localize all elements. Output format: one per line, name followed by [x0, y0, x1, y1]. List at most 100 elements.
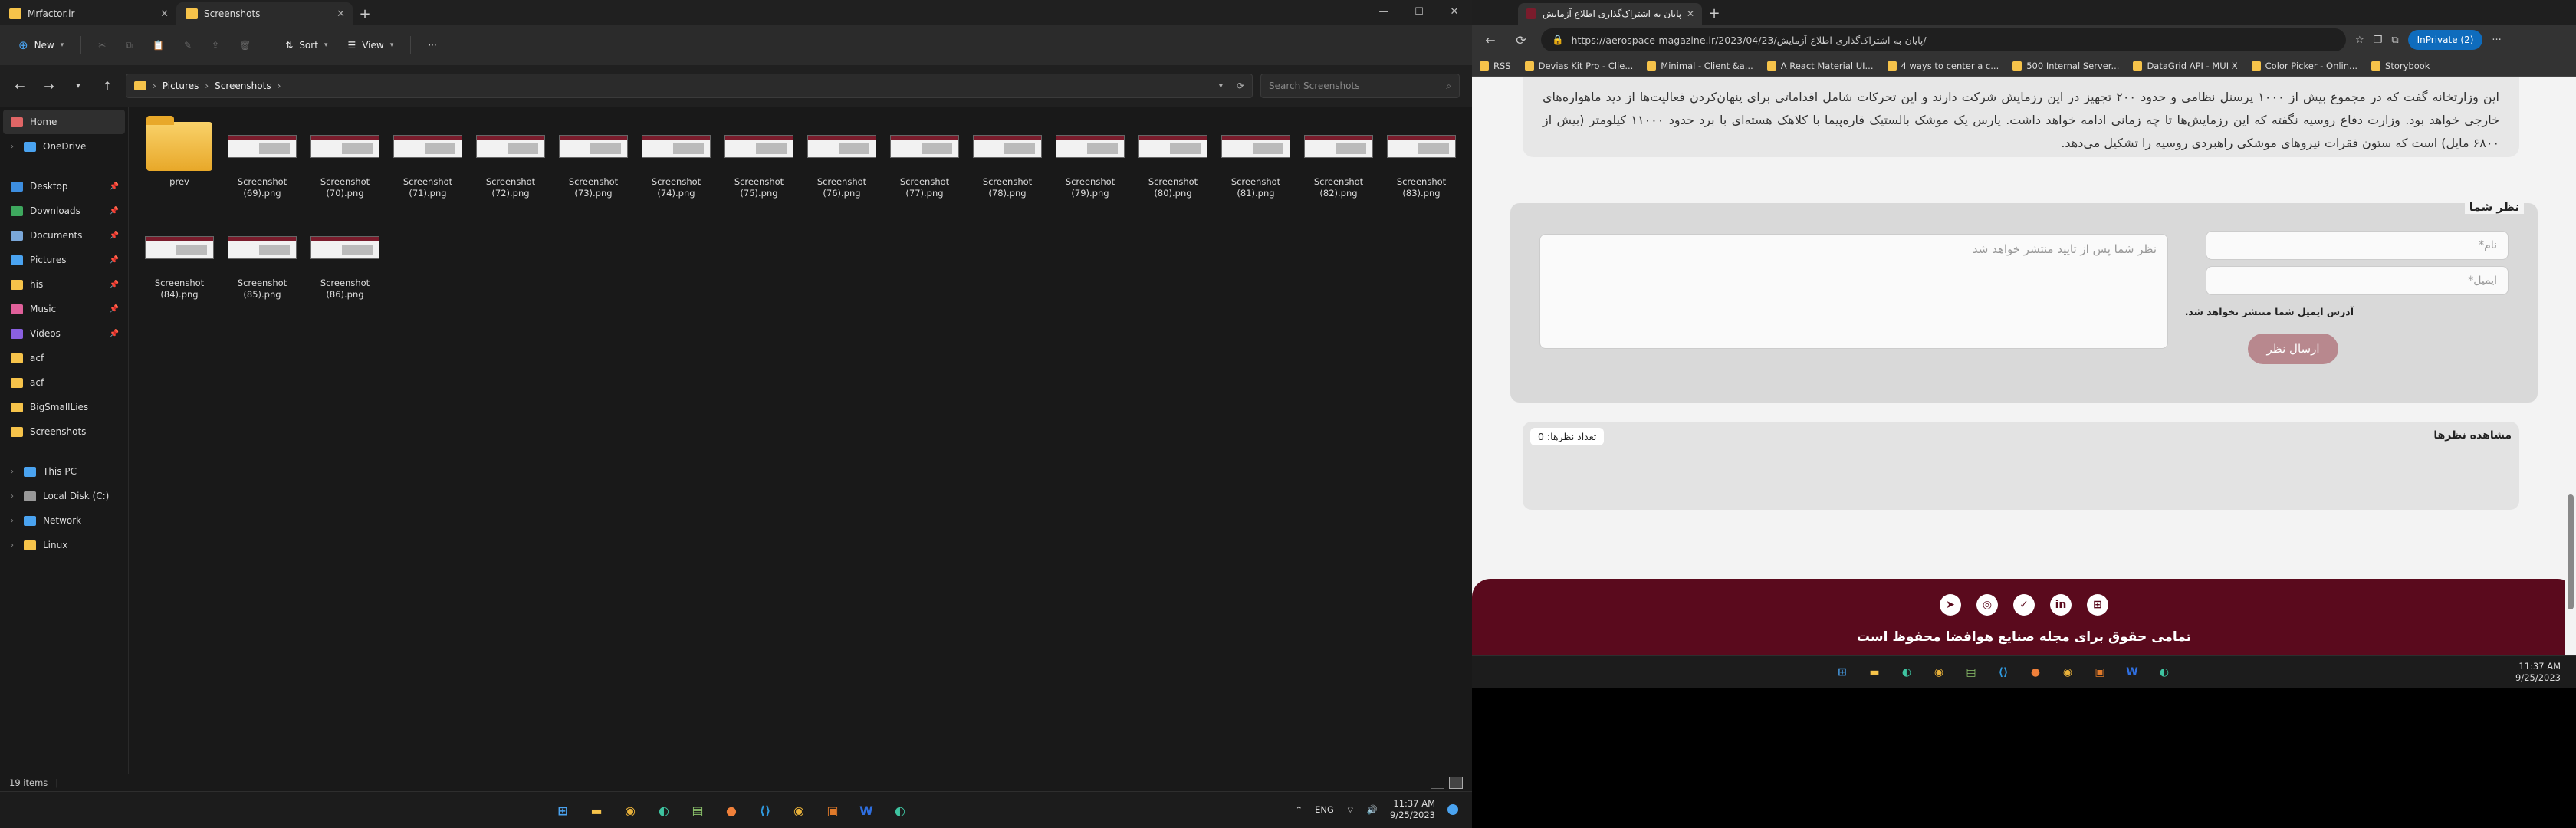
sidebar-item-bigsmalllies[interactable]: BigSmallLies	[0, 395, 128, 419]
bookmark-item[interactable]: Devias Kit Pro - Clie...	[1524, 61, 1633, 71]
sidebar-item-pictures[interactable]: Pictures 📌	[0, 248, 128, 272]
page-scrollbar[interactable]	[2565, 77, 2576, 663]
back-icon[interactable]: ←	[9, 79, 31, 94]
file-item[interactable]: Screenshot (82).png	[1297, 115, 1380, 216]
file-item[interactable]: Screenshot (77).png	[883, 115, 966, 216]
language-indicator[interactable]: ENG	[1315, 804, 1334, 815]
scroll-thumb[interactable]	[2568, 495, 2574, 610]
notepad-icon[interactable]: ▤	[1960, 661, 1983, 684]
edge-beta-icon[interactable]: ◐	[2153, 661, 2176, 684]
bookmark-item[interactable]: A React Material UI...	[1766, 61, 1874, 71]
dropdown-icon[interactable]: ▾	[1219, 82, 1223, 90]
collections-icon[interactable]: ❐	[2374, 34, 2383, 46]
new-tab-button[interactable]: +	[1702, 2, 1727, 25]
menu-icon[interactable]: ···	[2492, 34, 2501, 46]
folder-item[interactable]: prev	[138, 115, 221, 216]
new-button[interactable]: ⊕ New ▾	[11, 32, 71, 58]
clock[interactable]: 11:37 AM 9/25/2023	[1390, 798, 1435, 821]
bookmark-item[interactable]: DataGrid API - MUI X	[2133, 61, 2238, 71]
chrome-icon[interactable]: ◉	[1927, 661, 1950, 684]
edge-icon[interactable]: ◐	[652, 798, 676, 823]
sidebar-item-local-disk-c-[interactable]: › Local Disk (C:)	[0, 484, 128, 508]
file-item[interactable]: Screenshot (71).png	[386, 115, 469, 216]
paste-icon[interactable]: 📋	[145, 32, 172, 58]
sort-button[interactable]: ⇅ Sort ▾	[278, 32, 335, 58]
search-input[interactable]: Search Screenshots ⌕	[1260, 74, 1460, 98]
maximize-icon[interactable]: ☐	[1401, 0, 1437, 23]
new-tab-button[interactable]: +	[353, 2, 377, 25]
file-item[interactable]: Screenshot (80).png	[1132, 115, 1214, 216]
close-icon[interactable]: ✕	[1437, 0, 1472, 23]
expand-arrow-icon[interactable]: ›	[11, 541, 17, 550]
chevron-up-icon[interactable]: ⌃	[1295, 804, 1303, 815]
sidebar-item-onedrive[interactable]: › OneDrive	[0, 134, 128, 159]
wifi-icon[interactable]: ⌔	[1346, 804, 1355, 816]
file-item[interactable]: Screenshot (84).png	[138, 216, 221, 317]
explorer-tab-2[interactable]: Screenshots ✕	[176, 2, 353, 25]
expand-arrow-icon[interactable]: ›	[11, 143, 17, 151]
sidebar-item-this-pc[interactable]: › This PC	[0, 459, 128, 484]
start-icon[interactable]: ⊞	[1831, 661, 1854, 684]
expand-arrow-icon[interactable]: ›	[11, 517, 17, 525]
sidebar-item-downloads[interactable]: Downloads 📌	[0, 199, 128, 223]
inprivate-badge[interactable]: InPrivate (2)	[2407, 30, 2483, 50]
recent-chevron-icon[interactable]: ▾	[67, 82, 89, 90]
file-item[interactable]: Screenshot (86).png	[304, 216, 386, 317]
details-view-icon[interactable]	[1431, 777, 1444, 789]
word-icon[interactable]: W	[854, 798, 879, 823]
url-bar[interactable]: 🔒 https://aerospace-magazine.ir/2023/04/…	[1541, 28, 2346, 51]
notepad-icon[interactable]: ▤	[685, 798, 710, 823]
tiles-view-icon[interactable]	[1449, 777, 1463, 789]
comment-textarea[interactable]: نظر شما پس از تایید منتشر خواهد شد	[1539, 234, 2168, 349]
forward-icon[interactable]: →	[38, 79, 60, 94]
file-item[interactable]: Screenshot (69).png	[221, 115, 304, 216]
bookmark-item[interactable]: 4 ways to center a c...	[1887, 61, 1999, 71]
file-item[interactable]: Screenshot (75).png	[718, 115, 800, 216]
rename-icon[interactable]: ✎	[176, 32, 199, 58]
bookmark-item[interactable]: RSS	[1480, 61, 1511, 71]
file-item[interactable]: Screenshot (81).png	[1214, 115, 1297, 216]
view-button[interactable]: ☰ View ▾	[340, 32, 401, 58]
extensions-icon[interactable]: ⧉	[2391, 34, 2398, 46]
browser-tab[interactable]: پایان به اشتراک‌گذاری اطلاع آزمایش... ✕	[1518, 3, 1702, 25]
sidebar-item-network[interactable]: › Network	[0, 508, 128, 533]
file-item[interactable]: Screenshot (70).png	[304, 115, 386, 216]
sidebar-item-his[interactable]: his 📌	[0, 272, 128, 297]
bookmark-item[interactable]: 500 Internal Server...	[2013, 61, 2119, 71]
back-icon[interactable]: ←	[1480, 33, 1501, 48]
file-item[interactable]: Screenshot (83).png	[1380, 115, 1463, 216]
bookmark-item[interactable]: Minimal - Client &a...	[1647, 61, 1753, 71]
submit-comment-button[interactable]: ارسال نظر	[2248, 334, 2338, 364]
close-tab-icon[interactable]: ✕	[1687, 8, 1694, 19]
vscode-icon[interactable]: ⟨⟩	[1992, 661, 2015, 684]
chrome-icon[interactable]: ◉	[787, 798, 811, 823]
sidebar-item-screenshots[interactable]: Screenshots	[0, 419, 128, 444]
address-bar[interactable]: › Pictures › Screenshots › ▾ ⟳	[126, 74, 1253, 98]
refresh-icon[interactable]: ⟳	[1237, 80, 1244, 91]
file-item[interactable]: Screenshot (74).png	[635, 115, 718, 216]
linkedin-icon[interactable]: in	[2050, 594, 2072, 616]
up-icon[interactable]: ↑	[97, 79, 118, 94]
expand-arrow-icon[interactable]: ›	[11, 468, 17, 476]
shield-icon[interactable]: ✓	[2013, 594, 2035, 616]
chrome-icon[interactable]: ◉	[2056, 661, 2079, 684]
file-explorer-icon[interactable]: ▬	[584, 798, 609, 823]
bookmark-item[interactable]: Storybook	[2371, 61, 2430, 71]
volume-icon[interactable]: 🔊	[1367, 804, 1378, 815]
sidebar-item-documents[interactable]: Documents 📌	[0, 223, 128, 248]
sidebar-item-music[interactable]: Music 📌	[0, 297, 128, 321]
file-item[interactable]: Screenshot (79).png	[1049, 115, 1132, 216]
file-item[interactable]: Screenshot (72).png	[469, 115, 552, 216]
grid-icon[interactable]: ⊞	[2087, 594, 2108, 616]
file-item[interactable]: Screenshot (85).png	[221, 216, 304, 317]
file-item[interactable]: Screenshot (78).png	[966, 115, 1049, 216]
app-icon[interactable]: ▣	[820, 798, 845, 823]
more-options-button[interactable]: ···	[420, 32, 444, 58]
clock[interactable]: 11:37 AM 9/25/2023	[2515, 661, 2561, 684]
app-icon[interactable]: ▣	[2088, 661, 2111, 684]
instagram-icon[interactable]: ◎	[1976, 594, 1998, 616]
name-field[interactable]: نام*	[2206, 231, 2509, 260]
firefox-icon[interactable]: ●	[2024, 661, 2047, 684]
edge-beta-icon[interactable]: ◐	[888, 798, 912, 823]
close-tab-icon[interactable]: ✕	[160, 8, 169, 20]
